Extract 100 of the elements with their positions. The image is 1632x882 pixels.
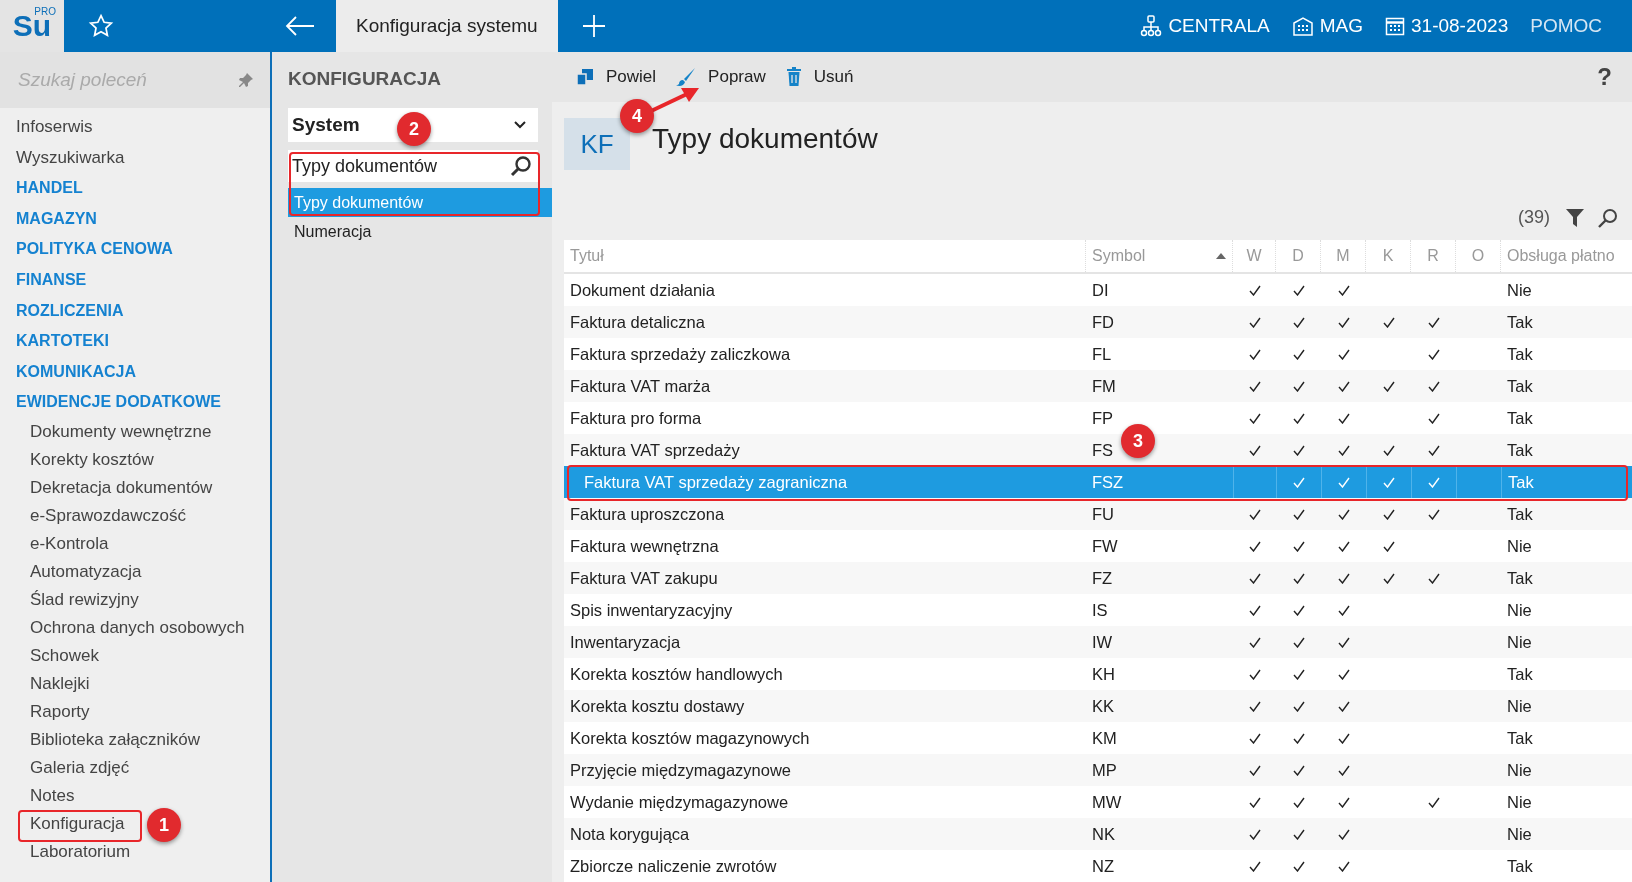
table-cell: FM: [1092, 376, 1116, 396]
sidebar-item[interactable]: e-Kontrola: [0, 529, 115, 558]
top-menu-item[interactable]: POMOC: [1530, 15, 1602, 37]
building-icon: [1291, 15, 1314, 37]
pin-icon[interactable]: [238, 72, 254, 88]
sidebar-item[interactable]: Laboratorium: [0, 837, 137, 866]
toolbar-button[interactable]: Popraw: [676, 67, 766, 87]
sidebar-item[interactable]: Raporty: [0, 697, 96, 726]
table-row[interactable]: Faktura VAT marża FM Tak: [564, 370, 1632, 402]
sidebar-item[interactable]: FINANSE: [0, 264, 93, 296]
table-cell: Korekta kosztów handlowych: [570, 664, 783, 684]
top-menu-item[interactable]: CENTRALA: [1140, 15, 1270, 37]
sidebar-item[interactable]: MAGAZYN: [0, 203, 103, 235]
table-cell: Faktura VAT sprzedaży: [570, 440, 740, 460]
sidebar-item[interactable]: Dokumenty wewnętrzne: [0, 417, 218, 446]
app-logo[interactable]: SuPRO: [0, 0, 64, 52]
page-title: Typy dokumentów: [652, 123, 878, 155]
sidebar-item[interactable]: Automatyzacja: [0, 557, 148, 586]
table-row[interactable]: Inwentaryzacja IW Nie: [564, 626, 1632, 658]
table-cell: Faktura pro forma: [570, 408, 702, 428]
sidebar-item[interactable]: EWIDENCJE DODATKOWE: [0, 387, 228, 418]
plus-icon[interactable]: [582, 14, 606, 38]
sidebar-item[interactable]: POLITYKA CENOWA: [0, 234, 179, 265]
sidebar-item[interactable]: Korekty kosztów: [0, 445, 160, 474]
table-cell: Faktura detaliczna: [570, 312, 705, 332]
table-row[interactable]: Nota korygująca NK Nie: [564, 818, 1632, 850]
sidebar-item[interactable]: Wyszukiwarka: [0, 142, 131, 174]
table-cell: Tak: [1507, 856, 1533, 876]
table-cell: Tak: [1507, 440, 1533, 460]
top-menu-item[interactable]: MAG: [1291, 15, 1363, 37]
table-row[interactable]: Dokument działania DI Nie: [564, 274, 1632, 306]
sidebar-item[interactable]: Biblioteka załączników: [0, 725, 207, 754]
table-row[interactable]: Faktura detaliczna FD Tak: [564, 306, 1632, 338]
table-cell: Faktura sprzedaży zaliczkowa: [570, 344, 791, 364]
table-row[interactable]: Faktura wewnętrzna FW Nie: [564, 530, 1632, 562]
sidebar-item[interactable]: Konfiguracja: [0, 809, 131, 838]
table-cell: Tak: [1507, 664, 1533, 684]
table-cell: Korekta kosztów magazynowych: [570, 728, 810, 748]
sidebar-item[interactable]: Ochrona danych osobowych: [0, 613, 251, 642]
table-cell: NZ: [1092, 856, 1114, 876]
table-row[interactable]: Zbiorcze naliczenie zwrotów NZ Tak: [564, 850, 1632, 882]
table-cell: Tak: [1507, 408, 1533, 428]
table-cell: Tak: [1507, 344, 1533, 364]
sidebar-item[interactable]: e-Sprawozdawczość: [0, 501, 192, 530]
table-cell: Tak: [1507, 568, 1533, 588]
sidebar-item[interactable]: KARTOTEKI: [0, 326, 116, 357]
list-item[interactable]: Numeracja: [288, 217, 552, 246]
sidebar-item[interactable]: KOMUNIKACJA: [0, 356, 142, 388]
table-row[interactable]: Korekta kosztów magazynowych KM Tak: [564, 722, 1632, 754]
sidebar-item[interactable]: Galeria zdjęć: [0, 753, 136, 782]
table-cell: Tak: [1508, 472, 1534, 492]
sidebar-item[interactable]: HANDEL: [0, 173, 89, 204]
star-icon[interactable]: [88, 13, 114, 39]
help-button[interactable]: ?: [1597, 63, 1612, 91]
table-cell: Tak: [1507, 728, 1533, 748]
table-cell: FS: [1092, 440, 1114, 460]
table-cell: Faktura VAT zakupu: [570, 568, 718, 588]
table-cell: KM: [1092, 728, 1117, 748]
sidebar-item[interactable]: Notes: [0, 781, 81, 810]
table-cell: KH: [1092, 664, 1115, 684]
toolbar-button[interactable]: Usuń: [785, 67, 854, 87]
filter-icon[interactable]: [1566, 207, 1584, 228]
table-row[interactable]: Spis inwentaryzacyjny IS Nie: [564, 594, 1632, 626]
table-cell: Nie: [1507, 696, 1532, 716]
table-cell: Wydanie międzymagazynowe: [570, 792, 789, 812]
table-cell: Nie: [1507, 632, 1532, 652]
sidebar-item[interactable]: Ślad rewizyjny: [0, 585, 145, 614]
top-menu-item[interactable]: 31-08-2023: [1385, 15, 1509, 37]
active-tab[interactable]: Konfiguracja systemu: [336, 0, 558, 52]
table-row[interactable]: Faktura uproszczona FU Tak: [564, 498, 1632, 530]
search-field[interactable]: Typy dokumentów: [288, 150, 538, 182]
record-count: (39): [1518, 207, 1550, 228]
calendar-icon: [1385, 16, 1405, 36]
network-icon: [1140, 15, 1163, 37]
table-row[interactable]: Korekta kosztów handlowych KH Tak: [564, 658, 1632, 690]
table-row[interactable]: Korekta kosztu dostawy KK Nie: [564, 690, 1632, 722]
table-cell: FZ: [1092, 568, 1113, 588]
table-cell: Zbiorcze naliczenie zwrotów: [570, 856, 777, 876]
command-search-field[interactable]: Szukaj poleceń: [16, 68, 238, 92]
table-cell: Inwentaryzacja: [570, 632, 681, 652]
toolbar-button[interactable]: Powiel: [576, 67, 657, 87]
search-icon[interactable]: [510, 155, 532, 177]
table-cell: Korekta kosztu dostawy: [570, 696, 745, 716]
sidebar-item[interactable]: Schowek: [0, 641, 105, 670]
table-cell: IS: [1092, 600, 1108, 620]
table-cell: MW: [1092, 792, 1122, 812]
back-arrow-icon[interactable]: [285, 16, 315, 36]
sidebar-item[interactable]: Dekretacja dokumentów: [0, 473, 219, 502]
table-row[interactable]: Wydanie międzymagazynowe MW Nie: [564, 786, 1632, 818]
search-icon[interactable]: [1598, 207, 1618, 228]
command-search-field[interactable]: Szukaj poleceń: [0, 52, 270, 108]
table-row[interactable]: Faktura VAT zakupu FZ Tak: [564, 562, 1632, 594]
table-row[interactable]: Faktura sprzedaży zaliczkowa FL Tak: [564, 338, 1632, 370]
table-cell: Nie: [1507, 280, 1532, 300]
sidebar-item[interactable]: Infoserwis: [0, 112, 99, 143]
sidebar-item[interactable]: Naklejki: [0, 669, 96, 698]
table-cell: Nie: [1507, 600, 1532, 620]
table-row[interactable]: Przyjęcie międzymagazynowe MP Nie: [564, 754, 1632, 786]
sidebar-item[interactable]: ROZLICZENIA: [0, 295, 130, 327]
sort-arrow-icon: [1216, 253, 1226, 259]
